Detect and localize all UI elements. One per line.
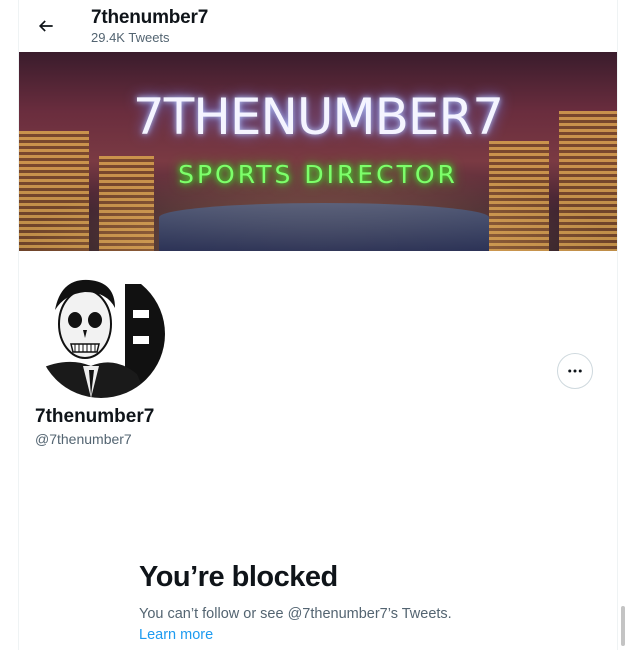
banner-title-text: 7THENUMBER7	[132, 88, 504, 146]
profile-handle: @7thenumber7	[35, 431, 132, 447]
scrollbar-thumb[interactable]	[621, 606, 625, 646]
blocked-title: You’re blocked	[139, 561, 338, 593]
profile-banner[interactable]: 7THENUMBER7 SPORTS DIRECTOR	[19, 52, 617, 251]
header-tweet-count: 29.4K Tweets	[91, 30, 170, 45]
profile-header: 7thenumber7 29.4K Tweets	[19, 0, 617, 52]
profile-column: 7thenumber7 29.4K Tweets 7THENUMBER7 SPO…	[18, 0, 618, 650]
banner-fountain-lake	[159, 203, 489, 251]
scrollbar[interactable]	[620, 0, 626, 650]
profile-name: 7thenumber7	[35, 406, 155, 427]
back-button[interactable]	[28, 8, 64, 44]
arrow-left-icon	[38, 20, 53, 32]
avatar-image	[37, 270, 165, 398]
header-profile-name: 7thenumber7	[91, 7, 209, 28]
banner-subtitle-text: SPORTS DIRECTOR	[178, 160, 458, 189]
more-horizontal-icon	[568, 369, 582, 373]
avatar[interactable]	[33, 266, 169, 402]
learn-more-link[interactable]: Learn more	[139, 627, 213, 643]
more-options-button[interactable]	[557, 353, 593, 389]
blocked-message: You can’t follow or see @7thenumber7’s T…	[139, 606, 452, 622]
